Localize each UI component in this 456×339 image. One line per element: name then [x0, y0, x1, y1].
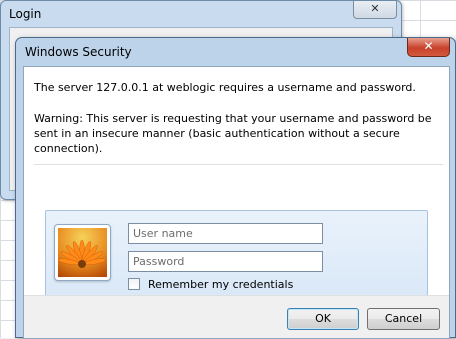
- flower-user-tile-icon: [58, 228, 107, 277]
- login-window-title: Login: [9, 7, 42, 21]
- password-input[interactable]: [128, 251, 323, 272]
- windows-security-dialog: Windows Security ✕ The server 127.0.0.1 …: [15, 37, 456, 339]
- remember-credentials-label: Remember my credentials: [148, 277, 294, 291]
- credential-tile: Remember my credentials: [45, 210, 428, 298]
- dialog-close-button[interactable]: ✕: [407, 38, 450, 57]
- close-icon: ✕: [370, 2, 380, 15]
- cancel-button[interactable]: Cancel: [367, 308, 440, 330]
- username-input[interactable]: [128, 223, 323, 244]
- insecure-warning: Warning: This server is requesting that …: [34, 112, 432, 155]
- dialog-button-bar: OK Cancel: [24, 295, 449, 338]
- dialog-title: Windows Security: [25, 45, 132, 59]
- dialog-body: The server 127.0.0.1 at weblogic require…: [23, 66, 450, 339]
- user-tile-avatar: [54, 224, 111, 281]
- close-icon: ✕: [423, 39, 434, 53]
- login-close-button[interactable]: ✕: [353, 1, 397, 19]
- ok-button[interactable]: OK: [287, 308, 359, 330]
- server-message: The server 127.0.0.1 at weblogic require…: [34, 81, 416, 94]
- divider: [34, 164, 443, 165]
- remember-credentials-checkbox[interactable]: [128, 278, 140, 290]
- remember-credentials-row[interactable]: Remember my credentials: [128, 277, 293, 291]
